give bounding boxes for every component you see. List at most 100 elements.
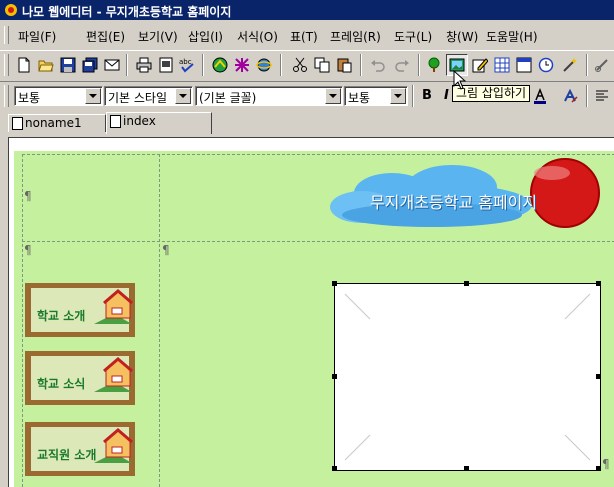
link-button[interactable]	[592, 55, 612, 75]
resize-handle[interactable]	[332, 374, 337, 379]
chevron-down-icon[interactable]	[175, 88, 191, 104]
paragraph-mark: ¶	[24, 243, 32, 257]
page-body[interactable]: ¶ ¶ ¶ ¶ 무지개초등학교 홈페이지 학교 소개 학교 소식 교직원 소개	[14, 151, 614, 487]
menu-tools[interactable]: 도구(L)	[394, 28, 432, 45]
chevron-down-icon[interactable]	[85, 88, 101, 104]
resize-handle[interactable]	[464, 466, 469, 471]
tab-label: noname1	[25, 116, 82, 130]
svg-text:abc: abc	[179, 58, 192, 66]
mouse-cursor-icon	[453, 70, 467, 90]
text-style-button[interactable]	[560, 86, 580, 106]
paragraph-mark: ¶	[602, 457, 610, 471]
nav-button-school-news[interactable]: 학교 소식	[24, 350, 140, 410]
new-button[interactable]	[14, 55, 34, 75]
redo-icon	[395, 60, 409, 72]
app-icon	[5, 4, 17, 16]
clock-icon	[538, 57, 554, 73]
resize-handle[interactable]	[596, 281, 601, 286]
save-all-icon	[82, 57, 98, 73]
browser-icon	[256, 58, 272, 72]
menu-edit[interactable]: 편집(E)	[86, 28, 125, 45]
paste-button[interactable]	[334, 55, 354, 75]
standard-toolbar: abc	[0, 50, 614, 82]
table-border	[22, 154, 614, 155]
char-style-value: 기본 스타일	[108, 91, 168, 105]
undo-button[interactable]	[368, 55, 388, 75]
cut-button[interactable]	[290, 55, 310, 75]
menu-help[interactable]: 도움말(H)	[486, 28, 538, 45]
mail-icon	[104, 59, 120, 71]
align-left-icon	[596, 90, 608, 101]
menu-table[interactable]: 표(T)	[290, 28, 318, 45]
toolbar-separator	[360, 54, 362, 76]
wand-button[interactable]	[560, 55, 580, 75]
spell-check-button[interactable]: abc	[178, 55, 198, 75]
new-icon	[18, 57, 30, 73]
table-border	[159, 154, 160, 487]
nav-button-staff-intro[interactable]: 교직원 소개	[24, 421, 140, 481]
edit-button[interactable]	[470, 55, 490, 75]
banner-title: 무지개초등학교 홈페이지	[370, 193, 538, 212]
chevron-down-icon[interactable]	[390, 88, 406, 104]
nav-button-label: 학교 소식	[37, 377, 86, 391]
frame-button[interactable]	[514, 55, 534, 75]
toolbar-grip[interactable]	[4, 54, 9, 76]
font-select[interactable]: (기본 글꼴)	[195, 86, 343, 106]
link-check-button[interactable]	[232, 55, 252, 75]
window-titlebar: 나모 웹에디터 - 무지개초등학교 홈페이지	[0, 0, 614, 20]
browser-button[interactable]	[254, 55, 274, 75]
edit-icon	[472, 58, 488, 73]
image-placeholder[interactable]	[332, 281, 601, 471]
char-style-select[interactable]: 기본 스타일	[104, 86, 193, 106]
save-all-button[interactable]	[80, 55, 100, 75]
preview-icon	[159, 57, 173, 73]
document-icon	[12, 117, 23, 130]
menu-file[interactable]: 파일(F)	[18, 28, 56, 45]
table-border	[22, 241, 614, 242]
tab-noname1[interactable]: noname1	[8, 114, 106, 132]
italic-button[interactable]: I	[444, 88, 449, 103]
preview-button[interactable]	[156, 55, 176, 75]
resize-handle[interactable]	[596, 374, 601, 379]
chevron-down-icon[interactable]	[325, 88, 341, 104]
document-tabs: noname1 index	[0, 111, 614, 134]
font-size-select[interactable]: 보통	[344, 86, 408, 106]
toolbar-separator	[586, 54, 588, 76]
clock-button[interactable]	[536, 55, 556, 75]
menu-frame[interactable]: 프레임(R)	[330, 28, 381, 45]
copy-button[interactable]	[312, 55, 332, 75]
resize-handle[interactable]	[464, 281, 469, 286]
align-left-button[interactable]	[592, 86, 612, 106]
paragraph-style-select[interactable]: 보통	[14, 86, 103, 106]
mail-button[interactable]	[102, 55, 122, 75]
bold-button[interactable]: B	[422, 88, 432, 103]
tree-button[interactable]	[424, 55, 444, 75]
toolbar-separator	[280, 54, 282, 76]
text-color-button[interactable]	[530, 86, 550, 106]
resize-handle[interactable]	[332, 466, 337, 471]
save-button[interactable]	[58, 55, 78, 75]
paste-icon	[337, 58, 352, 73]
tab-index[interactable]: index	[106, 112, 212, 134]
resize-handle[interactable]	[596, 466, 601, 471]
open-button[interactable]	[36, 55, 56, 75]
paragraph-mark: ¶	[24, 189, 32, 203]
menu-view[interactable]: 보기(V)	[138, 28, 178, 45]
table-button[interactable]	[492, 55, 512, 75]
wand-icon	[563, 58, 577, 72]
menu-window[interactable]: 창(W)	[446, 28, 478, 45]
paragraph-style-value: 보통	[18, 91, 41, 105]
editor-canvas[interactable]: ¶ ¶ ¶ ¶ 무지개초등학교 홈페이지 학교 소개 학교 소식 교직원 소개	[8, 137, 614, 487]
toolbar-grip[interactable]	[4, 85, 9, 107]
menu-insert[interactable]: 삽입(I)	[188, 28, 223, 45]
menubar-grip[interactable]	[4, 26, 9, 44]
link-icon	[595, 59, 608, 72]
redo-button[interactable]	[392, 55, 412, 75]
font-value: (기본 글꼴)	[199, 91, 257, 105]
print-button[interactable]	[134, 55, 154, 75]
menu-format[interactable]: 서식(O)	[237, 28, 278, 45]
tree-icon	[428, 57, 440, 72]
nav-button-school-intro[interactable]: 학교 소개	[24, 282, 140, 342]
resize-handle[interactable]	[332, 281, 337, 286]
publish-button[interactable]	[210, 55, 230, 75]
